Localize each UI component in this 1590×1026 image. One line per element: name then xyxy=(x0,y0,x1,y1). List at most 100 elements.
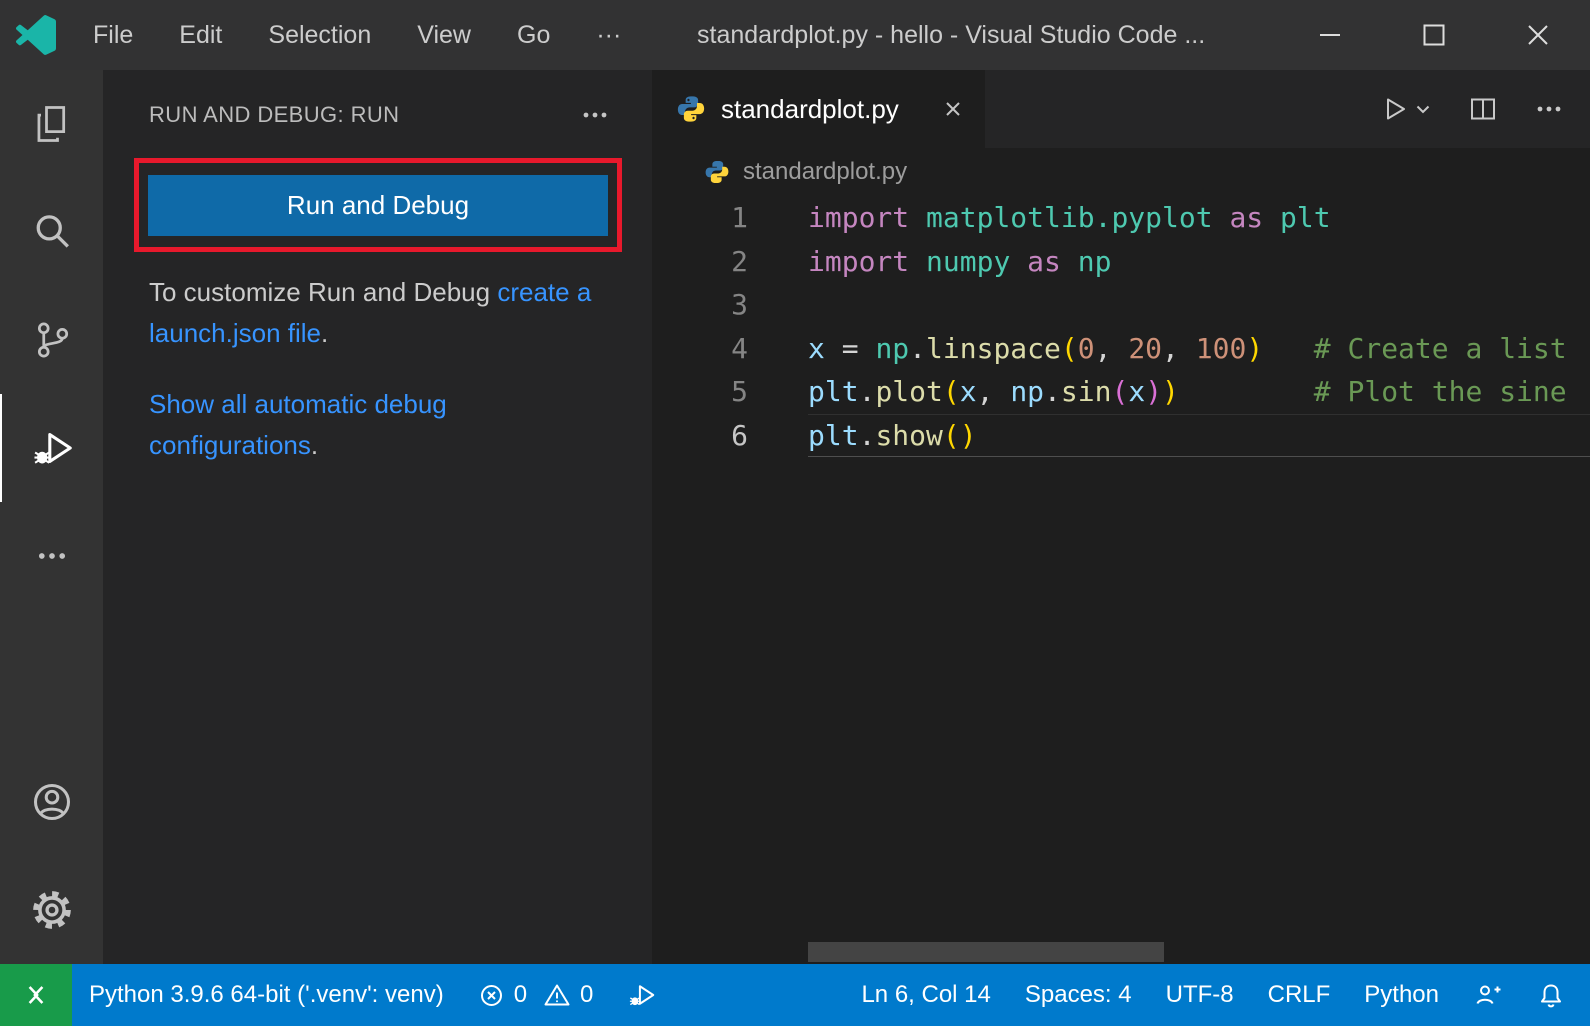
files-icon xyxy=(30,102,74,146)
code-text: x = np.linspace(0, 20, 100) # Create a l… xyxy=(808,327,1590,371)
menu-edit[interactable]: Edit xyxy=(156,21,245,50)
menu-view[interactable]: View xyxy=(394,21,494,50)
eol-sequence[interactable]: CRLF xyxy=(1251,964,1348,1026)
remote-indicator[interactable] xyxy=(0,964,72,1026)
run-python-file-button[interactable] xyxy=(1379,94,1432,124)
show-debug-configurations-link[interactable]: Show all automatic debug configurations xyxy=(149,389,447,460)
more-icon xyxy=(35,539,69,573)
sidebar-item-source-control[interactable] xyxy=(0,286,103,394)
run-icon xyxy=(1379,94,1409,124)
run-and-debug-icon xyxy=(30,425,76,471)
warning-count: 0 xyxy=(580,981,593,1009)
indentation-label: Spaces: 4 xyxy=(1025,981,1132,1009)
line-number: 1 xyxy=(652,201,748,234)
search-icon xyxy=(30,210,74,254)
code-token: , xyxy=(1095,332,1129,365)
code-editor[interactable]: 1 import matplotlib.pyplot as plt 2 import … xyxy=(652,196,1590,457)
remote-icon xyxy=(20,979,52,1011)
code-token: import xyxy=(808,201,926,234)
activity-bar xyxy=(0,70,103,964)
code-line: 6plt.show() xyxy=(652,414,1590,458)
code-token: x xyxy=(808,332,825,365)
python-interpreter[interactable]: Python 3.9.6 64-bit ('.venv': venv) xyxy=(72,964,461,1026)
breadcrumb[interactable]: standardplot.py xyxy=(652,148,1590,196)
account-icon xyxy=(30,780,74,824)
run-and-debug-panel: RUN AND DEBUG: RUN Run and Debug To cust… xyxy=(103,70,652,964)
debug-icon xyxy=(627,980,657,1010)
code-token: 20 xyxy=(1128,332,1162,365)
code-token: , xyxy=(977,375,1011,408)
horizontal-scrollbar[interactable] xyxy=(808,942,1164,962)
feedback[interactable] xyxy=(1456,964,1520,1026)
notifications[interactable] xyxy=(1520,964,1582,1026)
sidebar-item-account[interactable] xyxy=(0,748,103,856)
status-bar: Python 3.9.6 64-bit ('.venv': venv) 0 0 … xyxy=(0,964,1590,1026)
tab-close-icon[interactable] xyxy=(941,97,965,121)
code-line: 4 x = np.linspace(0, 20, 100) # Create a … xyxy=(652,327,1590,371)
menu-file[interactable]: File xyxy=(70,21,156,50)
customize-text: To customize Run and Debug create a laun… xyxy=(149,272,595,354)
code-token: # Create a list xyxy=(1314,332,1567,365)
code-token: . xyxy=(1044,375,1061,408)
sidebar-item-more[interactable] xyxy=(0,502,103,610)
close-button[interactable] xyxy=(1486,0,1590,70)
line-number: 6 xyxy=(652,419,748,452)
code-token: ( xyxy=(943,375,960,408)
maximize-button[interactable] xyxy=(1382,0,1486,70)
code-token: as xyxy=(1010,245,1077,278)
code-line: 2 import numpy as np xyxy=(652,240,1590,284)
python-interpreter-label: Python 3.9.6 64-bit ('.venv': venv) xyxy=(89,981,444,1009)
code-token: show xyxy=(875,419,942,452)
sidebar-item-search[interactable] xyxy=(0,178,103,286)
vscode-window: { "window": { "title": "standardplot.py … xyxy=(0,0,1590,1026)
problems-indicator[interactable]: 0 0 xyxy=(461,964,611,1026)
breadcrumb-item-file[interactable]: standardplot.py xyxy=(743,158,907,186)
sidebar-item-settings[interactable] xyxy=(0,856,103,964)
code-line: 3 xyxy=(652,283,1590,327)
code-token: ) xyxy=(1145,375,1162,408)
indentation[interactable]: Spaces: 4 xyxy=(1008,964,1149,1026)
period: . xyxy=(321,318,328,348)
code-token: # Plot the sine xyxy=(1314,375,1567,408)
code-token: np xyxy=(1078,245,1112,278)
sidebar-item-run-and-debug[interactable] xyxy=(0,394,103,502)
panel-more-actions-icon[interactable] xyxy=(580,100,610,130)
code-token: as xyxy=(1213,201,1280,234)
code-token xyxy=(1263,332,1314,365)
split-editor-icon[interactable] xyxy=(1468,94,1498,124)
menu-bar: File Edit Selection View Go ··· xyxy=(70,21,644,50)
panel-header: RUN AND DEBUG: RUN xyxy=(103,70,652,130)
debug-status[interactable] xyxy=(610,964,674,1026)
cursor-position[interactable]: Ln 6, Col 14 xyxy=(844,964,1007,1026)
tab-standardplot-py[interactable]: standardplot.py xyxy=(652,70,985,148)
feedback-icon xyxy=(1473,980,1503,1010)
language-mode[interactable]: Python xyxy=(1347,964,1456,1026)
run-and-debug-button[interactable]: Run and Debug xyxy=(148,175,608,236)
window-title: standardplot.py - hello - Visual Studio … xyxy=(697,21,1205,50)
menu-selection[interactable]: Selection xyxy=(245,21,394,50)
panel-title: RUN AND DEBUG: RUN xyxy=(149,102,399,128)
code-token: plt xyxy=(808,375,859,408)
code-token: . xyxy=(859,375,876,408)
code-line: 1import matplotlib.pyplot as plt xyxy=(652,196,1590,240)
error-icon xyxy=(478,982,505,1009)
code-token: numpy xyxy=(926,245,1010,278)
menu-more[interactable]: ··· xyxy=(573,21,644,50)
code-token: . xyxy=(909,332,926,365)
minimize-button[interactable] xyxy=(1278,0,1382,70)
menu-go[interactable]: Go xyxy=(494,21,573,50)
editor-more-actions-icon[interactable] xyxy=(1534,94,1564,124)
code-token: ) xyxy=(1246,332,1263,365)
encoding[interactable]: UTF-8 xyxy=(1149,964,1251,1026)
code-text: import numpy as np xyxy=(808,240,1590,284)
python-file-icon xyxy=(704,159,730,185)
code-token: matplotlib.pyplot xyxy=(926,201,1213,234)
code-token: x xyxy=(1128,375,1145,408)
code-token: = xyxy=(825,332,876,365)
sidebar-item-explorer[interactable] xyxy=(0,70,103,178)
line-number: 2 xyxy=(652,245,748,278)
code-token xyxy=(1179,375,1314,408)
vscode-logo-icon xyxy=(16,15,56,55)
line-number: 4 xyxy=(652,332,748,365)
customize-text-label: To customize Run and Debug xyxy=(149,277,490,307)
